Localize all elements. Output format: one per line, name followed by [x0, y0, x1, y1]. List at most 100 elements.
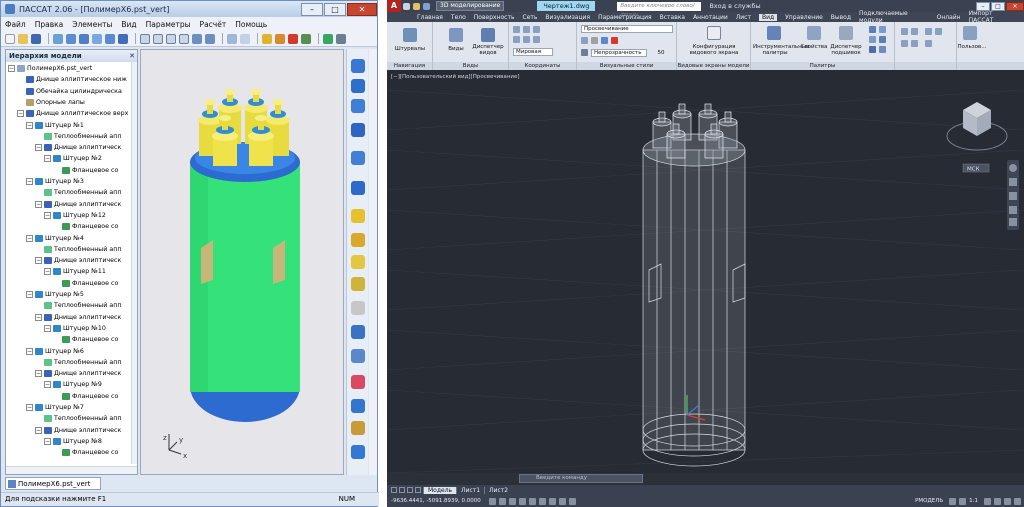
tree-item[interactable]: − Штуцер №1: [26, 121, 84, 130]
tree-expand-icon[interactable]: −: [26, 178, 33, 185]
tree-item[interactable]: − Штуцер №2: [44, 154, 102, 163]
support-element-icon[interactable]: [351, 325, 365, 339]
last-layout-icon[interactable]: [415, 487, 421, 493]
tree-item[interactable]: Теплообменный апп: [35, 414, 121, 423]
properties-label[interactable]: Свойства: [799, 44, 829, 50]
tab-sheet2[interactable]: Лист2: [484, 486, 512, 494]
dynamic-input-icon[interactable]: [558, 497, 566, 505]
tree-item[interactable]: − Днище эллиптическ: [35, 313, 121, 322]
quick-open-icon[interactable]: [413, 2, 420, 10]
visual-style-dropdown[interactable]: Просвечивание: [581, 25, 673, 33]
tree-item[interactable]: − Днище эллиптическ: [35, 256, 121, 265]
annotation-scale[interactable]: 1:1: [969, 498, 978, 504]
orbit-nav-icon[interactable]: [1009, 206, 1017, 214]
lug-element-icon[interactable]: [351, 421, 365, 435]
cube-front-icon[interactable]: [66, 33, 76, 44]
cube-side-icon[interactable]: [92, 33, 102, 44]
tree-expand-icon[interactable]: −: [8, 65, 15, 72]
passat-3d-viewport[interactable]: z x y: [140, 49, 344, 475]
polar-icon[interactable]: [518, 497, 526, 505]
tab-annotate[interactable]: Аннотации: [693, 14, 728, 21]
close-button[interactable]: ✕: [347, 2, 377, 16]
tree-item[interactable]: − Днище эллиптическ: [35, 426, 121, 435]
document-tab[interactable]: ПолимерХ6.pst_vert: [5, 477, 101, 490]
tree-item[interactable]: − Штуцер №5: [26, 290, 84, 299]
tree-item[interactable]: − Штуцер №6: [26, 347, 84, 356]
shading-red-icon[interactable]: [288, 33, 298, 44]
tree-item[interactable]: − Штуцер №4: [26, 234, 84, 243]
shading-green-icon[interactable]: [301, 33, 311, 44]
ortho-icon[interactable]: [508, 497, 516, 505]
tree-item[interactable]: Обечайка цилиндрическа: [17, 87, 122, 96]
tube-element-icon[interactable]: [351, 151, 365, 165]
load-element-icon[interactable]: [351, 375, 365, 389]
quick-save-icon[interactable]: [423, 2, 430, 10]
cube-iso-icon[interactable]: [105, 33, 115, 44]
next-layout-icon[interactable]: [407, 487, 413, 493]
viewport-controls-label[interactable]: [−][Пользовательский вид][Просвечивание]: [391, 74, 519, 80]
tab-insert[interactable]: Вставка: [660, 14, 685, 21]
tree-item[interactable]: Фланцевое со: [53, 448, 118, 457]
tree-item[interactable]: Опорные лапы: [17, 98, 85, 107]
showmotion-icon[interactable]: [1009, 218, 1017, 226]
opacity-icon[interactable]: [581, 49, 588, 56]
tile-window-icon[interactable]: [911, 28, 918, 35]
quick-new-icon[interactable]: [403, 2, 410, 10]
lineweight-icon[interactable]: [568, 497, 576, 505]
tree-expand-icon[interactable]: −: [26, 234, 33, 242]
zoom-in-icon[interactable]: [140, 33, 150, 44]
tool-palettes-label[interactable]: Инструментальные палитры: [753, 44, 809, 56]
viewport-config-label[interactable]: Конфигурация видового экрана: [681, 44, 747, 56]
tree-item[interactable]: Фланцевое со: [53, 392, 118, 401]
tree-horizontal-scrollbar[interactable]: [6, 466, 137, 474]
layout-tabs-icon[interactable]: [925, 28, 932, 35]
cylinder-element-icon[interactable]: [351, 181, 365, 195]
sheet-set-icon[interactable]: [839, 26, 853, 40]
tool-palettes-icon[interactable]: [767, 26, 781, 40]
menu-parameters[interactable]: Параметры: [146, 20, 191, 29]
coordinate-system-dropdown[interactable]: Мировая: [513, 48, 553, 56]
tab-visualize[interactable]: Визуализация: [545, 14, 590, 21]
palette-small-icon[interactable]: [869, 26, 876, 33]
tab-view[interactable]: Вид: [758, 13, 778, 21]
lock-icon[interactable]: [994, 497, 1001, 505]
tree-expand-icon[interactable]: −: [35, 370, 42, 378]
autocad-logo-icon[interactable]: A: [387, 0, 401, 12]
dropdown-icon[interactable]: [336, 33, 346, 44]
ucs-origin-icon[interactable]: [523, 26, 530, 33]
cone-element-icon[interactable]: [351, 99, 365, 113]
tree-expand-icon[interactable]: −: [26, 121, 33, 129]
tree-expand-icon[interactable]: −: [35, 144, 42, 152]
highlight-icon[interactable]: [611, 37, 618, 44]
tab-online[interactable]: Онлайн: [937, 14, 961, 21]
tree-item[interactable]: − Штуцер №11: [44, 267, 106, 276]
tree-item[interactable]: − Штуцер №12: [44, 211, 106, 220]
zoom-nav-icon[interactable]: [1009, 192, 1017, 200]
tree-item[interactable]: Теплообменный апп: [35, 301, 121, 310]
ring-element-icon[interactable]: [351, 255, 365, 269]
user-interface-label[interactable]: Пользов...: [957, 44, 987, 50]
tree-expand-icon[interactable]: −: [26, 404, 33, 411]
viewcube-ucs-label[interactable]: МСК: [967, 167, 980, 173]
steering-wheel-label[interactable]: Штурвалы: [389, 46, 431, 52]
menu-view[interactable]: Вид: [121, 20, 136, 29]
tree-expand-icon[interactable]: −: [26, 291, 33, 298]
command-line-input[interactable]: Введите команду: [519, 474, 643, 483]
tree-expand-icon[interactable]: −: [44, 381, 51, 389]
search-input[interactable]: Введите ключевое слово/фразу: [617, 1, 702, 18]
isolate-objects-icon[interactable]: [1004, 497, 1011, 505]
first-layout-icon[interactable]: [391, 487, 397, 493]
view-manager-icon[interactable]: [481, 28, 495, 42]
menu-help[interactable]: Помощь: [235, 20, 267, 29]
transparency-field[interactable]: Непрозрачность: [591, 49, 647, 57]
tree-expand-icon[interactable]: −: [35, 257, 42, 265]
grid-display-icon[interactable]: [498, 497, 506, 505]
tab-manage[interactable]: Управление: [785, 14, 823, 21]
menu-file[interactable]: Файл: [5, 20, 26, 29]
tree-item[interactable]: Теплообменный апп: [35, 188, 121, 197]
cube-shade-icon[interactable]: [118, 33, 128, 44]
ucs-3point-icon[interactable]: [533, 36, 540, 43]
shading-yellow-icon[interactable]: [262, 33, 272, 44]
tree-item[interactable]: − Штуцер №10: [44, 324, 106, 333]
viewport-config-icon[interactable]: [707, 26, 721, 40]
